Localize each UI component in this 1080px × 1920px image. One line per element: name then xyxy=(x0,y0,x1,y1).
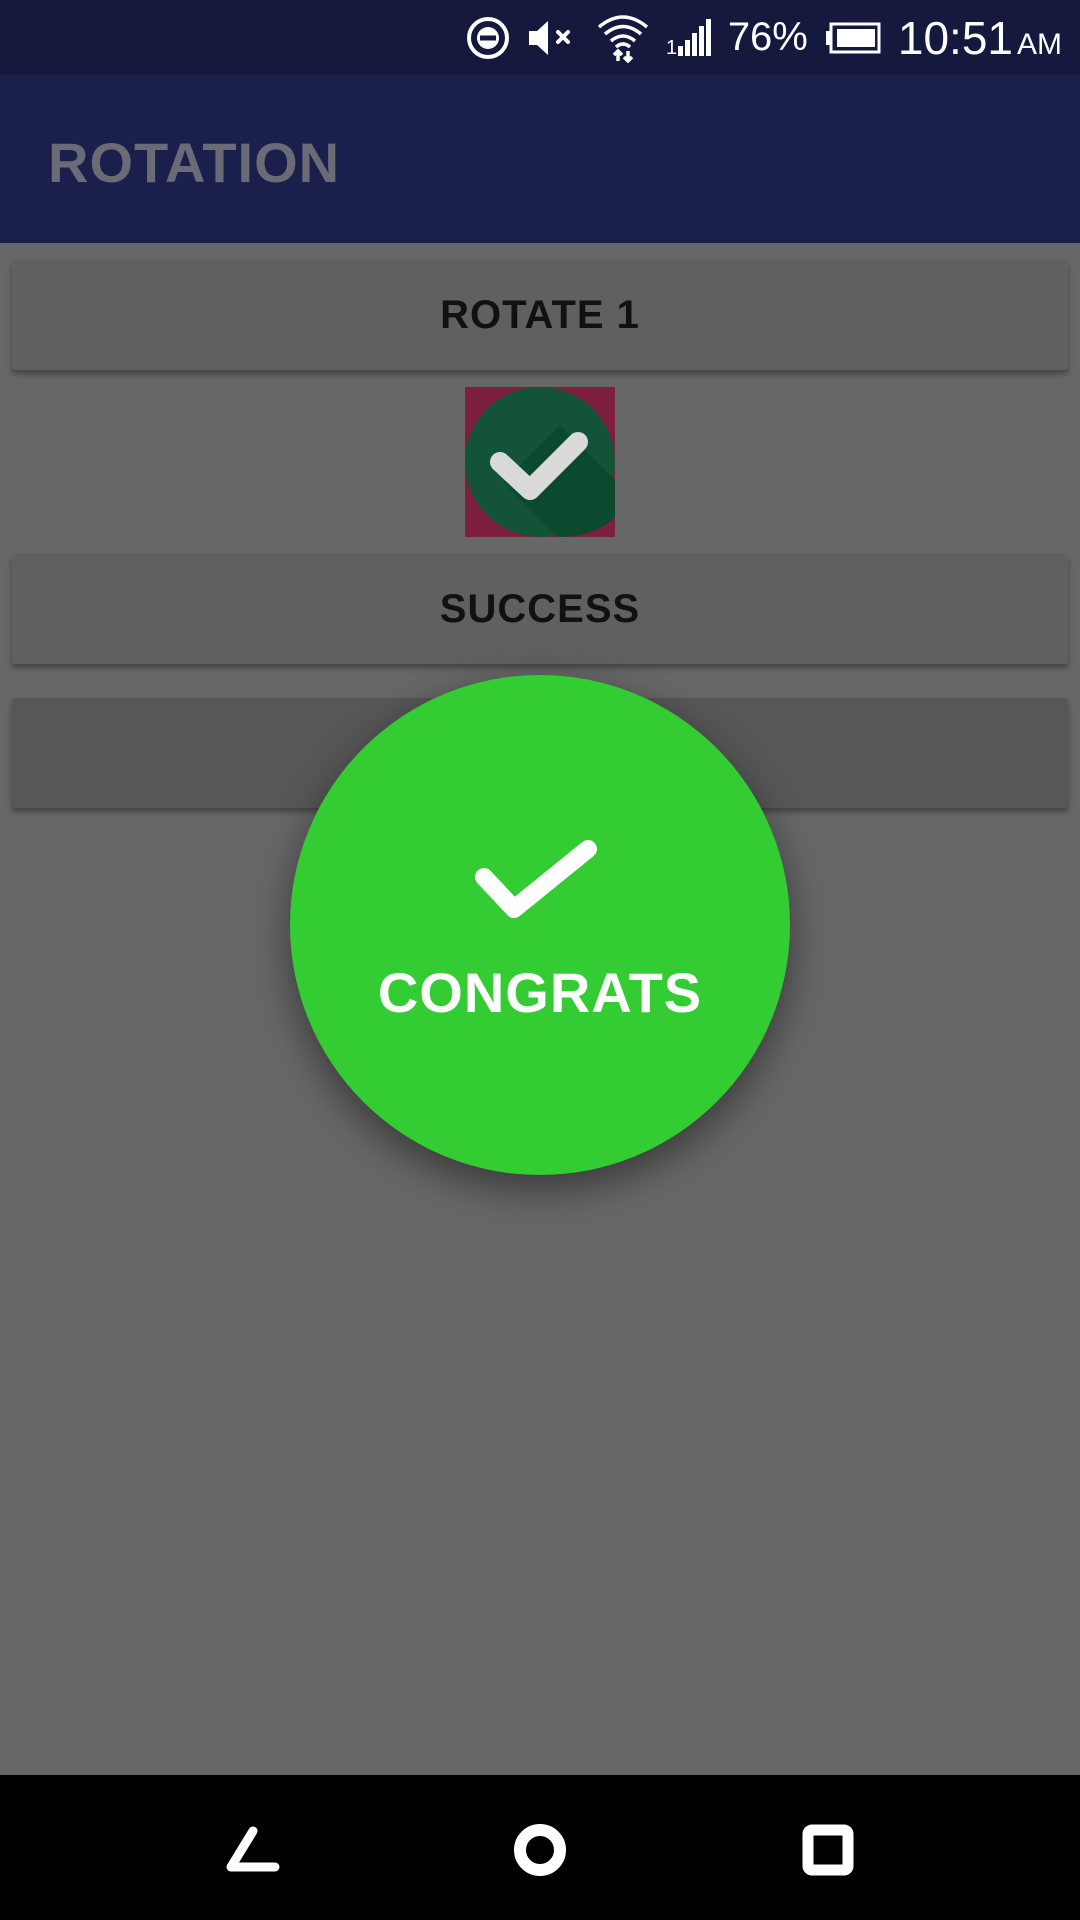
check-circle-icon xyxy=(465,387,615,537)
navigation-bar xyxy=(0,1775,1080,1920)
recent-apps-icon xyxy=(802,1824,854,1876)
svg-text:1: 1 xyxy=(666,37,677,58)
clock-ampm: AM xyxy=(1017,27,1062,61)
battery-icon xyxy=(824,13,882,63)
status-bar: 1 76% 10:51 AM xyxy=(0,0,1080,75)
recent-apps-button[interactable] xyxy=(793,1815,863,1885)
home-button[interactable] xyxy=(505,1815,575,1885)
back-button[interactable] xyxy=(218,1815,288,1885)
success-button[interactable]: SUCCESS xyxy=(12,554,1068,664)
app-bar: ROTATION xyxy=(0,75,1080,243)
home-icon xyxy=(514,1824,566,1876)
battery-percent: 76% xyxy=(727,15,808,59)
rotated-image xyxy=(465,387,615,537)
screen: 1 76% 10:51 AM ROTATION ROTATE 1 SUCCESS… xyxy=(0,0,1080,1920)
wifi-icon xyxy=(596,13,650,63)
volume-muted-icon xyxy=(526,13,580,63)
rotate-button[interactable]: ROTATE 1 xyxy=(12,260,1068,370)
checkmark-icon xyxy=(475,840,597,918)
back-icon xyxy=(226,1826,280,1872)
status-icons: 1 76% 10:51 AM xyxy=(466,0,1062,75)
clock: 10:51 AM xyxy=(898,11,1062,65)
do-not-disturb-icon xyxy=(466,13,510,63)
signal-icon: 1 xyxy=(666,13,712,63)
clock-time: 10:51 xyxy=(897,11,1013,64)
congrats-label: CONGRATS xyxy=(377,961,703,1024)
congrats-circle[interactable]: CONGRATS xyxy=(290,675,790,1175)
app-title: ROTATION xyxy=(48,131,341,194)
